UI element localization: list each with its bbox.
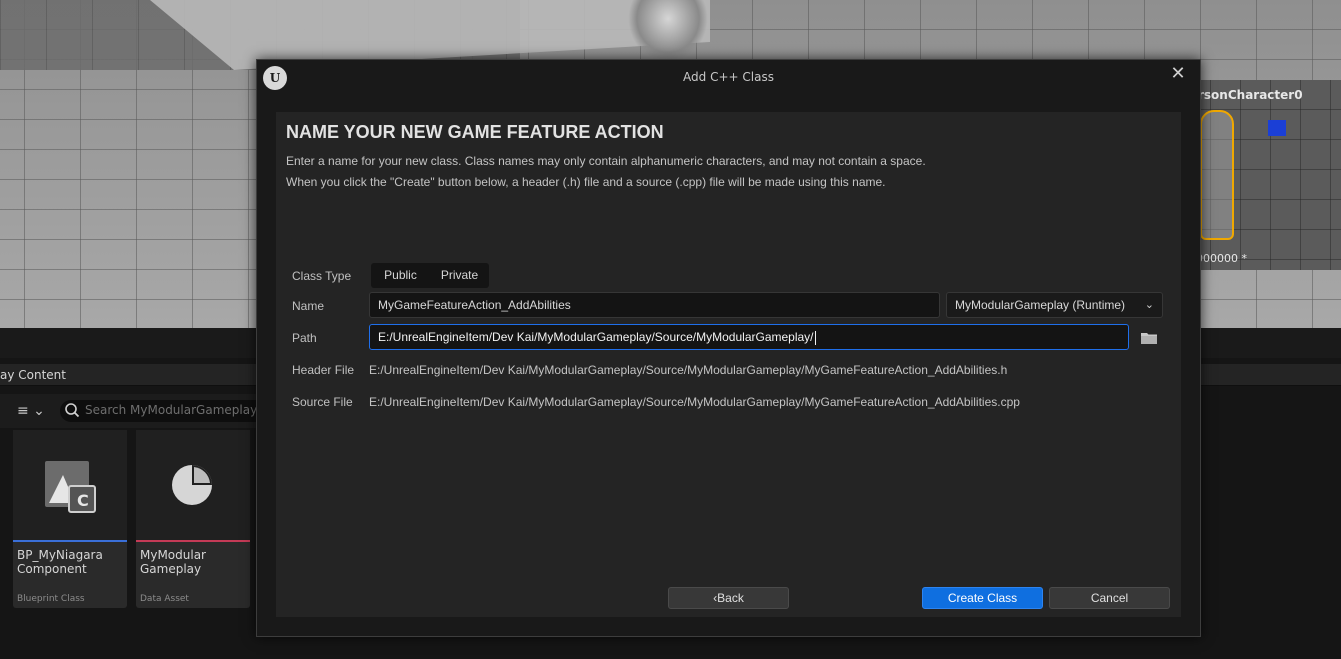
class-name-input[interactable]: MyGameFeatureAction_AddAbilities [369,292,940,318]
viewport-selected-character[interactable] [1200,110,1234,240]
dialog-body: NAME YOUR NEW GAME FEATURE ACTION Enter … [276,112,1181,617]
path-label: Path [292,331,317,345]
page-heading: NAME YOUR NEW GAME FEATURE ACTION [286,122,664,142]
back-button-label: Back [717,591,744,605]
create-class-button[interactable]: Create Class [922,587,1043,609]
asset-tile[interactable]: MyModular Gameplay Data Asset [136,430,250,608]
content-browser-title: ay Content [0,368,66,382]
module-dropdown-value: MyModularGameplay (Runtime) [955,298,1126,312]
viewport-mannequin [628,0,708,62]
class-type-private-option[interactable]: Private [430,263,489,288]
cancel-button[interactable]: Cancel [1049,587,1170,609]
class-type-public-option[interactable]: Public [371,263,430,288]
svg-text:C: C [77,491,89,510]
dialog-titlebar[interactable]: U Add C++ Class ✕ [257,60,1200,96]
asset-type: Data Asset [140,594,189,604]
name-label: Name [292,299,325,313]
close-button[interactable]: ✕ [1167,64,1189,86]
asset-thumbnail: C [13,430,127,540]
blueprint-class-icon: C [45,461,96,513]
asset-type-strip [13,540,127,542]
viewport-number-label: 000000 * [1196,252,1247,265]
description-line-1: Enter a name for your new class. Class n… [286,154,926,168]
asset-name: BP_MyNiagara Component [17,548,103,576]
description-line-2: When you click the "Create" button below… [286,175,886,189]
back-button[interactable]: ‹Back [668,587,789,609]
source-file-value: E:/UnrealEngineItem/Dev Kai/MyModularGam… [369,395,1020,409]
chevron-down-icon: ⌄ [1144,299,1154,311]
class-type-toggle: Public Private [371,263,489,288]
viewport-character-label: rsonCharacter0 [1198,88,1303,102]
header-file-label: Header File [292,363,355,377]
asset-tile[interactable]: C BP_MyNiagara Component Blueprint Class [13,430,127,608]
dialog-title: Add C++ Class [683,70,774,84]
asset-type: Blueprint Class [17,594,85,604]
data-asset-icon [172,465,212,505]
content-search-placeholder: Search MyModularGameplay [85,403,258,417]
text-caret [814,330,816,345]
asset-name: MyModular Gameplay [140,548,206,576]
asset-type-strip [136,540,250,542]
asset-thumbnail [136,430,250,540]
source-file-label: Source File [292,395,353,409]
module-dropdown[interactable]: MyModularGameplay (Runtime) ⌄ [946,292,1163,318]
path-input-value: E:/UnrealEngineItem/Dev Kai/MyModularGam… [378,330,814,344]
filter-icon[interactable]: ≡ ⌄ [17,403,45,419]
search-icon [65,403,80,418]
path-input[interactable]: E:/UnrealEngineItem/Dev Kai/MyModularGam… [369,324,1129,350]
class-type-label: Class Type [292,269,352,283]
add-cpp-class-dialog: U Add C++ Class ✕ NAME YOUR NEW GAME FEA… [256,59,1201,637]
header-file-value: E:/UnrealEngineItem/Dev Kai/MyModularGam… [369,363,1008,377]
folder-icon[interactable] [1140,331,1158,345]
viewport-blue-cube [1268,120,1286,136]
